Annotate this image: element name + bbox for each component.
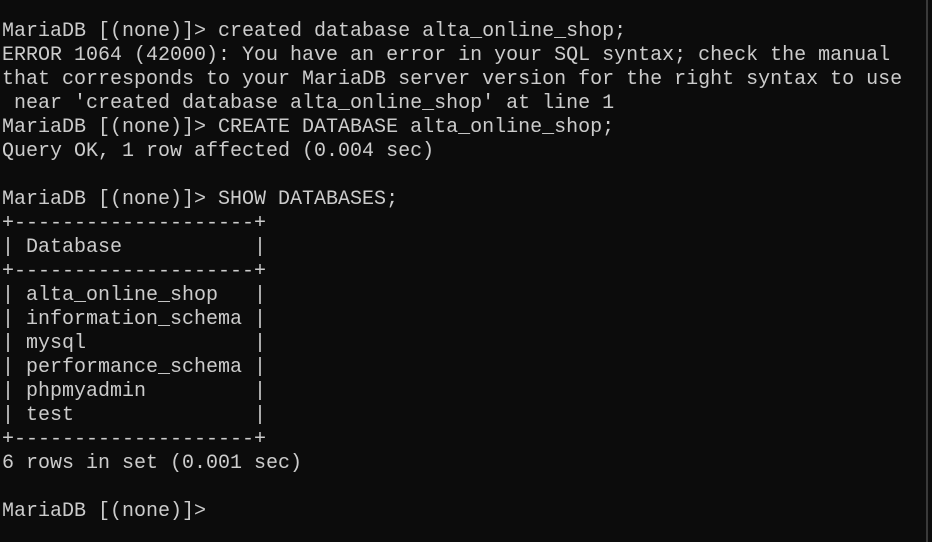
table-header: | Database | — [2, 236, 267, 259]
table-row: | information_schema | — [2, 308, 267, 331]
table-row: | mysql | — [2, 332, 267, 355]
result-line: Query OK, 1 row affected (0.004 sec) — [2, 140, 435, 163]
table-row: | phpmyadmin | — [2, 380, 267, 403]
error-line: ERROR 1064 (42000): You have an error in… — [2, 44, 891, 67]
window-edge-scrollbar[interactable] — [926, 0, 928, 542]
table-row: | alta_online_shop | — [2, 284, 267, 307]
error-line: that corresponds to your MariaDB server … — [2, 68, 903, 91]
result-line: 6 rows in set (0.001 sec) — [2, 452, 303, 475]
error-line: near 'created database alta_online_shop'… — [2, 92, 615, 115]
prompt-line: MariaDB [(none)]> CREATE DATABASE alta_o… — [2, 116, 615, 139]
table-row: | performance_schema | — [2, 356, 267, 379]
table-border: +--------------------+ — [2, 428, 267, 451]
terminal-output[interactable]: MariaDB [(none)]> created database alta_… — [2, 20, 902, 524]
table-border: +--------------------+ — [2, 212, 267, 235]
prompt-line: MariaDB [(none)]> SHOW DATABASES; — [2, 188, 399, 211]
prompt-line: MariaDB [(none)]> created database alta_… — [2, 20, 627, 43]
table-border: +--------------------+ — [2, 260, 267, 283]
table-row: | test | — [2, 404, 267, 427]
current-prompt[interactable]: MariaDB [(none)]> — [2, 500, 902, 524]
